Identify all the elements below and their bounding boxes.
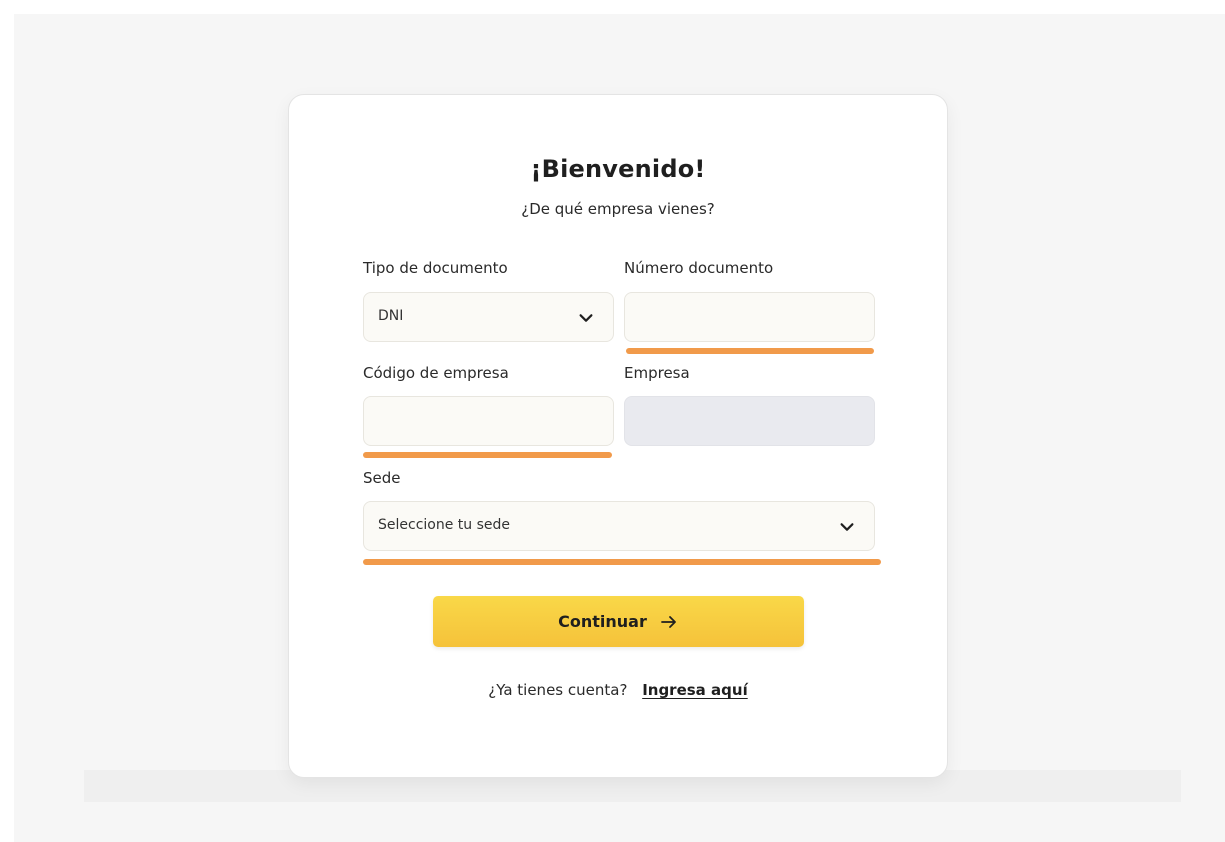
document-number-input[interactable] [625,293,874,341]
site-highlight [363,559,881,565]
login-question: ¿Ya tienes cuenta? [488,681,628,699]
document-number-label: Número documento [624,259,774,277]
company-field [624,396,875,446]
site-label: Sede [363,469,401,487]
chevron-down-icon [579,314,593,322]
company-code-highlight [363,452,612,458]
document-number-field[interactable] [624,292,875,342]
page-subtitle: ¿De qué empresa vienes? [521,200,715,218]
chevron-down-icon [840,523,854,531]
arrow-right-icon [660,615,676,628]
login-link[interactable]: Ingresa aquí [642,681,748,699]
company-label: Empresa [624,364,690,382]
site-select[interactable]: Seleccione tu sede [363,501,875,551]
document-type-select[interactable]: DNI [363,292,614,342]
company-code-label: Código de empresa [363,364,509,382]
document-type-value: DNI [378,308,404,324]
company-input [625,397,874,445]
document-type-label: Tipo de documento [363,259,508,277]
signup-card: ¡Bienvenido! ¿De qué empresa vienes? Tip… [288,94,948,778]
page-title: ¡Bienvenido! [530,155,706,183]
company-code-input[interactable] [364,397,613,445]
company-code-field[interactable] [363,396,614,446]
login-prompt: ¿Ya tienes cuenta? Ingresa aquí [289,681,947,699]
continue-button-label: Continuar [558,612,647,631]
site-placeholder: Seleccione tu sede [378,517,511,533]
document-number-highlight [626,348,874,354]
continue-button[interactable]: Continuar [433,596,804,647]
